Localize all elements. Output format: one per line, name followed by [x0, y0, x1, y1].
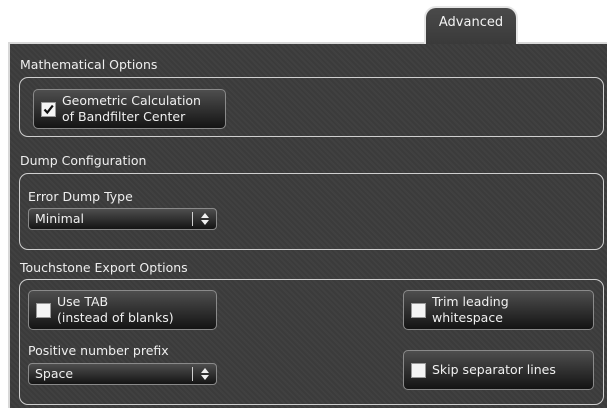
skip-separator-check-icon	[411, 363, 426, 378]
positive-prefix-select[interactable]: Space	[28, 363, 217, 385]
select-divider	[192, 367, 193, 381]
geometric-calculation-label-1: Geometric Calculation	[62, 93, 201, 108]
advanced-panel: Mathematical Options Geometric Calculati…	[8, 42, 607, 408]
up-down-arrow-icon	[201, 213, 209, 225]
section-title-math: Mathematical Options	[20, 57, 158, 72]
select-divider	[192, 212, 193, 226]
touchstone-options-group: Use TAB (instead of blanks) Trim leading…	[19, 279, 604, 405]
section-title-dump: Dump Configuration	[20, 153, 147, 168]
use-tab-label-2: (instead of blanks)	[57, 310, 174, 325]
trim-leading-check-icon	[411, 303, 426, 318]
error-dump-type-label: Error Dump Type	[28, 189, 133, 204]
error-dump-type-select[interactable]: Minimal	[28, 208, 217, 230]
math-options-group: Geometric Calculation of Bandfilter Cent…	[19, 77, 604, 137]
skip-separator-lines-checkbox[interactable]: Skip separator lines	[403, 350, 594, 390]
use-tab-checkbox[interactable]: Use TAB (instead of blanks)	[28, 290, 217, 330]
use-tab-label-1: Use TAB	[57, 294, 109, 309]
trim-leading-label-1: Trim leading	[432, 294, 509, 309]
use-tab-check-icon	[36, 303, 51, 318]
geometric-calculation-check-icon	[41, 102, 56, 117]
skip-separator-label: Skip separator lines	[432, 362, 556, 377]
dump-config-group: Error Dump Type Minimal	[19, 173, 604, 250]
trim-leading-whitespace-checkbox[interactable]: Trim leading whitespace	[403, 290, 594, 330]
positive-prefix-value: Space	[35, 366, 74, 381]
tab-advanced[interactable]: Advanced	[424, 6, 518, 44]
advanced-settings-dialog: Advanced Mathematical Options Geometric …	[0, 0, 607, 410]
up-down-arrow-icon	[201, 368, 209, 380]
trim-leading-label-2: whitespace	[432, 310, 503, 325]
positive-prefix-label: Positive number prefix	[28, 343, 169, 358]
geometric-calculation-label-2: of Bandfilter Center	[62, 109, 186, 124]
error-dump-type-value: Minimal	[35, 211, 84, 226]
section-title-touchstone: Touchstone Export Options	[20, 260, 188, 275]
geometric-calculation-checkbox[interactable]: Geometric Calculation of Bandfilter Cent…	[33, 89, 226, 129]
